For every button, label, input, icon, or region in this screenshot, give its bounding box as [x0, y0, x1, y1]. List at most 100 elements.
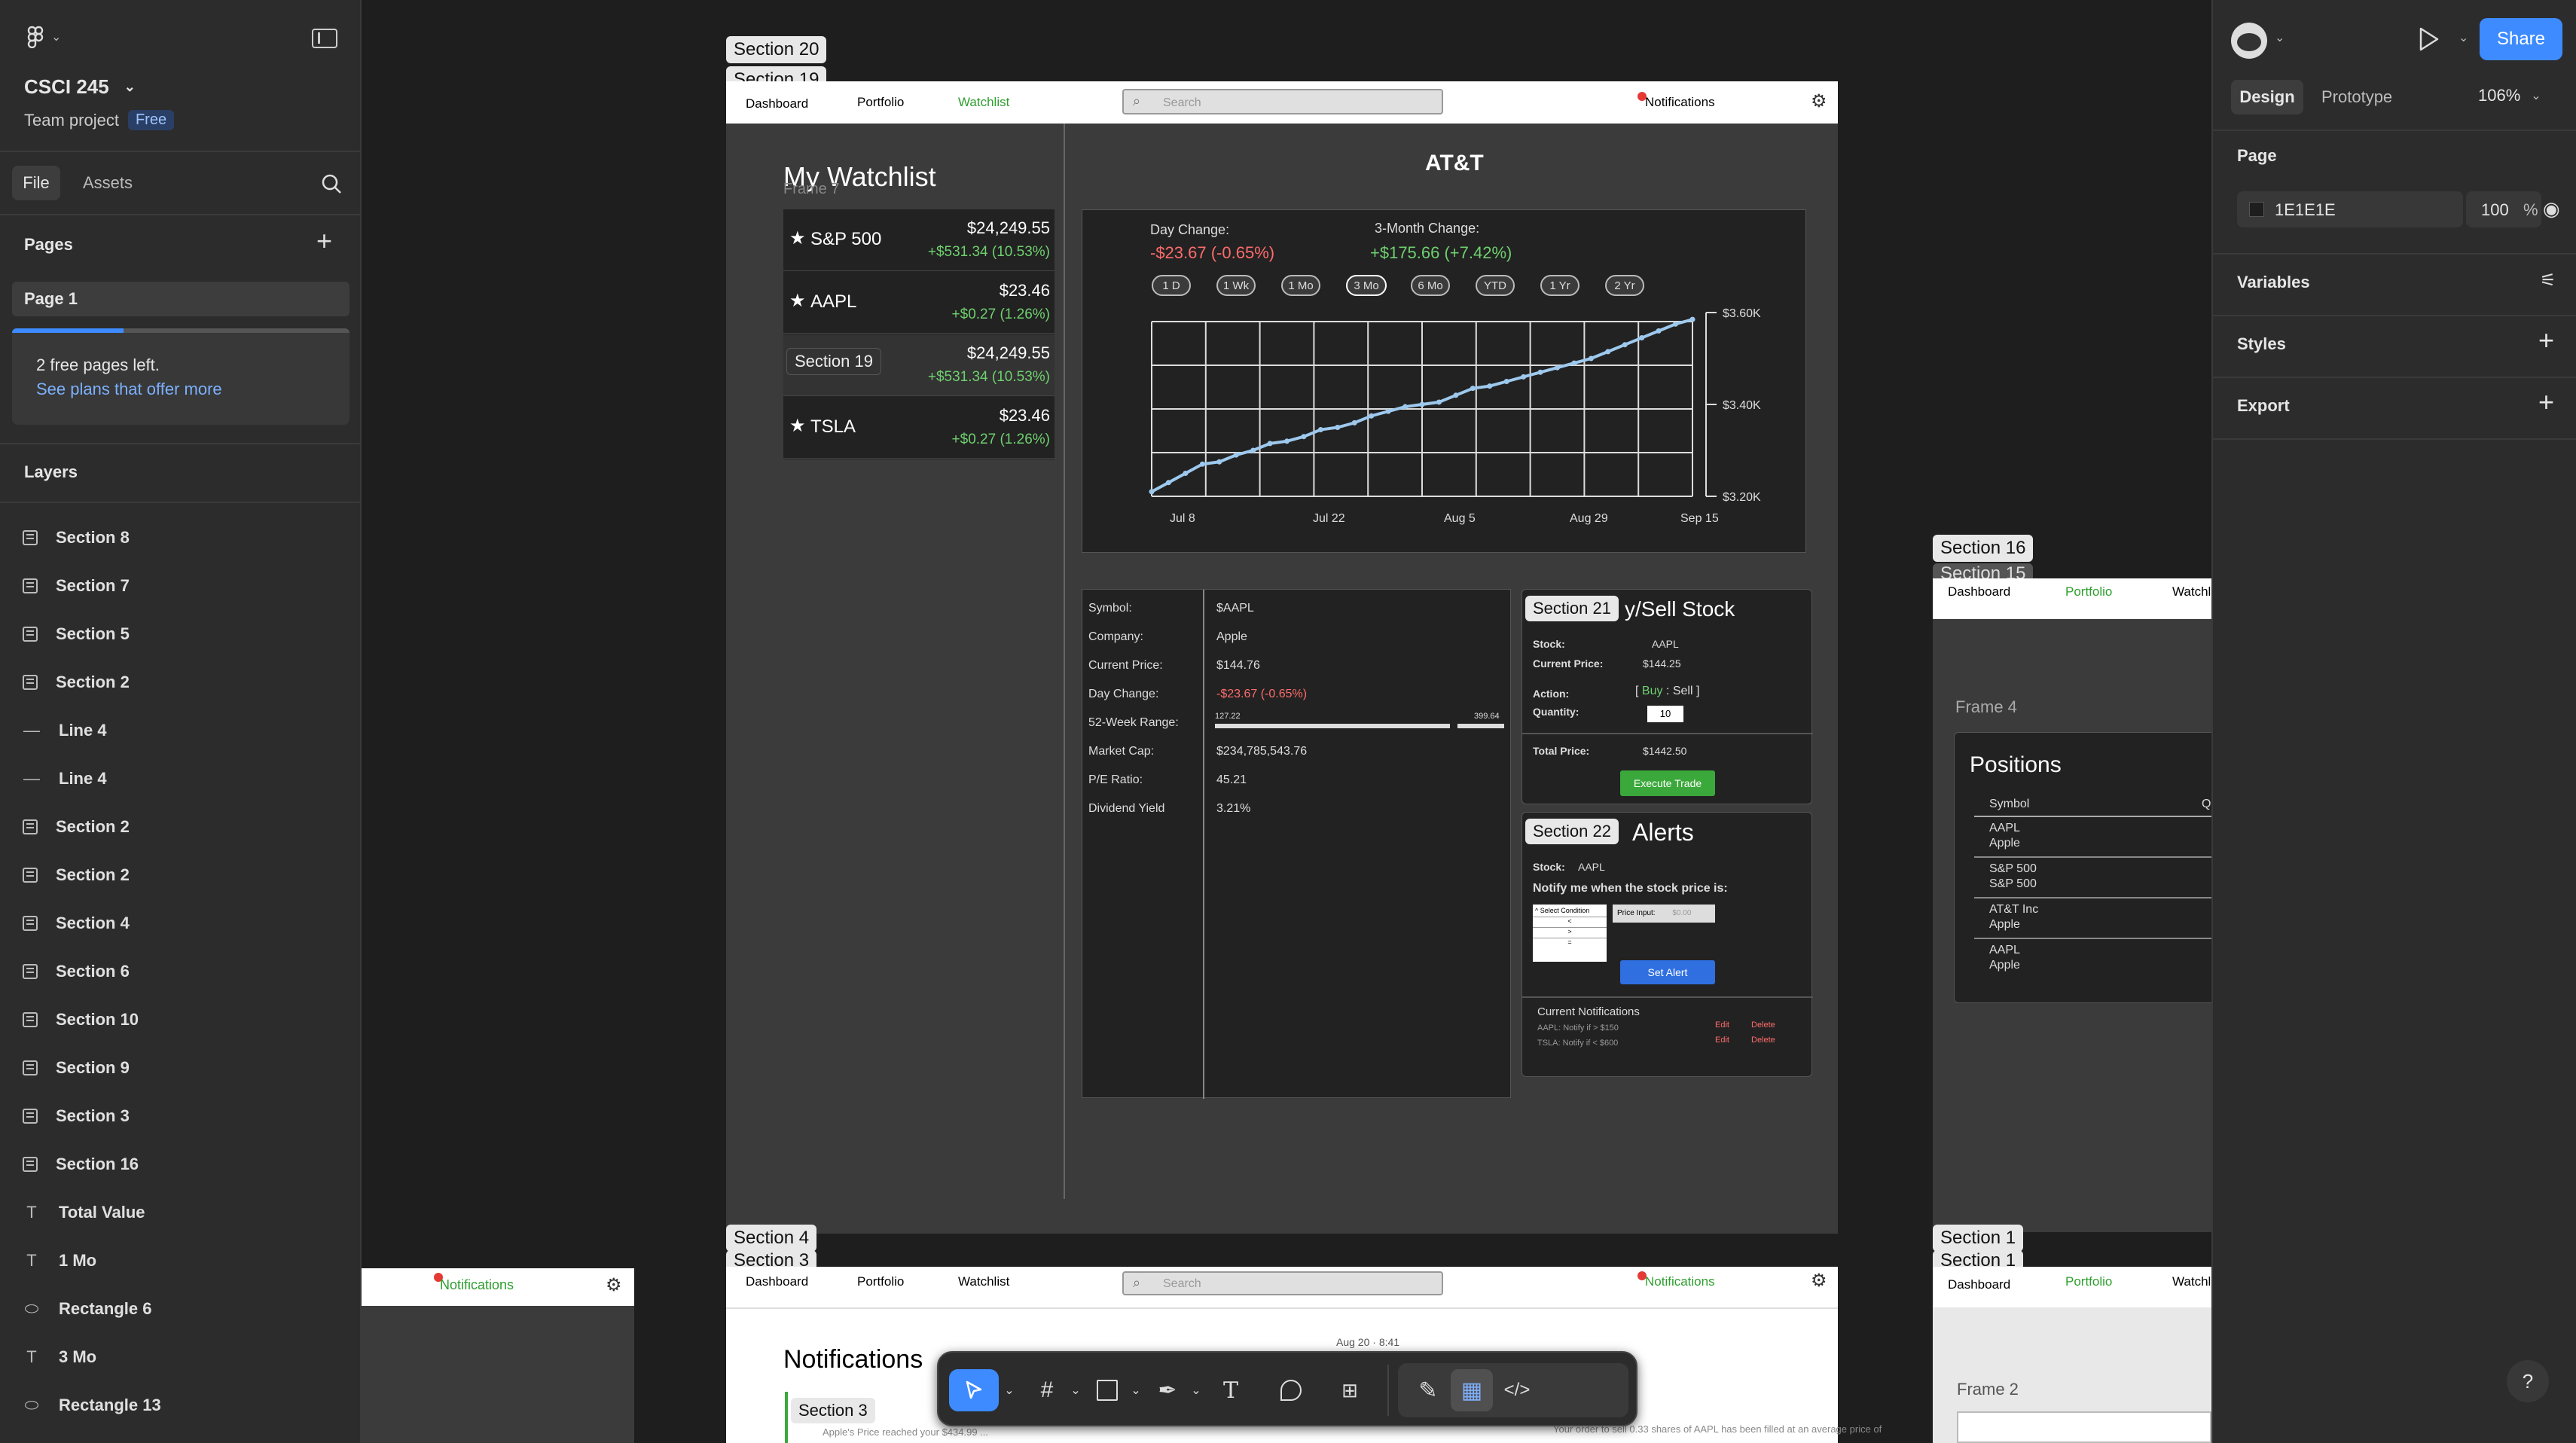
layer-item[interactable]: Section 9	[23, 1045, 130, 1091]
alert-delete-link[interactable]: Delete	[1751, 1020, 1775, 1030]
chevron-down-icon[interactable]: ⌄	[2458, 30, 2468, 45]
draw-mode-icon[interactable]: ✎	[1407, 1369, 1449, 1411]
toggle-sidebar-icon[interactable]	[312, 29, 337, 48]
main-menu-button[interactable]: ⌄	[27, 26, 61, 48]
layer-item[interactable]: Section 8	[23, 515, 130, 560]
condition-select[interactable]: ^ Select Condition < > =	[1533, 905, 1607, 962]
buy-sell-toggle[interactable]: [ Buy : Sell ]	[1635, 685, 1699, 698]
share-button[interactable]: Share	[2480, 18, 2562, 60]
nav-notifications[interactable]: Notifications	[1645, 95, 1715, 110]
layer-item[interactable]: Section 2	[23, 660, 130, 705]
range-pill[interactable]: 1 Wk	[1216, 275, 1256, 296]
layer-item[interactable]: T 1 Mo	[23, 1238, 96, 1283]
variables-heading[interactable]: Variables	[2237, 273, 2310, 292]
nav-portfolio[interactable]: Portfolio	[2065, 1274, 2112, 1289]
layer-item[interactable]: — Line 4	[23, 708, 107, 753]
range-pill[interactable]: 1 D	[1152, 275, 1191, 296]
layer-item[interactable]: T 3 Mo	[23, 1335, 96, 1380]
frame-7-label[interactable]: Frame 7	[783, 181, 839, 198]
project-name[interactable]: CSCI 245 ⌄	[24, 75, 136, 99]
search-icon[interactable]	[321, 173, 342, 194]
tab-design[interactable]: Design	[2231, 80, 2303, 114]
page-opacity-field[interactable]: 100 %	[2466, 191, 2541, 227]
nav-notifications[interactable]: Notifications	[1645, 1274, 1715, 1289]
watchlist-item[interactable]: ★ AAPL $23.46 +$0.27 (1.26%)	[783, 272, 1055, 334]
layer-item[interactable]: — Line 4	[23, 756, 107, 801]
layer-item[interactable]: ⬭ Rectangle 13	[23, 1383, 161, 1428]
star-icon[interactable]: ★	[789, 290, 806, 312]
chevron-down-icon[interactable]: ⌄	[1187, 1369, 1205, 1411]
eye-icon[interactable]: ◉	[2543, 197, 2560, 221]
tab-assets[interactable]: Assets	[83, 173, 133, 193]
page-color-value[interactable]: 1E1E1E	[2275, 200, 2336, 220]
nav-watchlist[interactable]: Watchlist	[2172, 1274, 2211, 1289]
variables-settings-icon[interactable]: ⚟	[2540, 270, 2556, 291]
text-tool-icon[interactable]: T	[1210, 1369, 1252, 1411]
section-1-label[interactable]: Section 1	[1933, 1225, 2024, 1252]
chevron-down-icon[interactable]: ⌄	[1000, 1369, 1018, 1411]
range-pill[interactable]: 3 Mo	[1346, 275, 1387, 296]
canvas[interactable]: Notifications ⚙ Section 20 Section 19 Da…	[362, 0, 2211, 1443]
nav-portfolio[interactable]: Portfolio	[857, 1274, 904, 1289]
frame-4-label[interactable]: Frame 4	[1955, 697, 2017, 717]
frame-tool-icon[interactable]: #	[1026, 1369, 1068, 1411]
settings-gear-icon[interactable]: ⚙	[606, 1274, 622, 1296]
search-input[interactable]: ⌕ Search	[1122, 1271, 1443, 1295]
nav-watchlist[interactable]: Watchlist	[2172, 584, 2211, 599]
pen-tool-icon[interactable]: ✒	[1146, 1369, 1189, 1411]
tab-prototype[interactable]: Prototype	[2321, 87, 2392, 107]
rectangle-tool-icon[interactable]	[1086, 1369, 1128, 1411]
layer-item[interactable]: T Total Value	[23, 1190, 145, 1235]
settings-gear-icon[interactable]: ⚙	[1811, 1270, 1827, 1292]
zoom-dropdown[interactable]: 106% ⌄	[2478, 86, 2541, 105]
add-page-icon[interactable]: +	[316, 227, 332, 255]
page-color-field[interactable]: 1E1E1E	[2237, 191, 2463, 227]
nav-dashboard[interactable]: Dashboard	[1948, 1277, 2010, 1292]
star-icon[interactable]: ★	[789, 415, 806, 437]
nav-watchlist[interactable]: Watchlist	[958, 95, 1009, 110]
execute-trade-button[interactable]: Execute Trade	[1620, 770, 1715, 796]
settings-gear-icon[interactable]: ⚙	[1811, 90, 1827, 112]
comment-tool-icon[interactable]	[1270, 1369, 1312, 1411]
search-input[interactable]: ⌕ Search	[1122, 89, 1443, 114]
help-button[interactable]: ?	[2507, 1360, 2549, 1402]
chevron-down-icon[interactable]: ⌄	[1067, 1369, 1085, 1411]
range-pill[interactable]: 1 Mo	[1281, 275, 1320, 296]
nav-watchlist[interactable]: Watchlist	[958, 1274, 1009, 1289]
watchlist-item[interactable]: ★ S&P 500 $24,249.55 +$531.34 (10.53%)	[783, 209, 1055, 271]
avatar[interactable]	[2231, 23, 2267, 59]
sell-option[interactable]: Sell	[1673, 685, 1693, 697]
page-item-page-1[interactable]: Page 1	[12, 282, 349, 316]
opacity-value[interactable]: 100	[2481, 200, 2509, 220]
actions-tool-icon[interactable]: ⊞	[1329, 1369, 1371, 1411]
section-16-label[interactable]: Section 16	[1933, 535, 2034, 562]
alert-edit-link[interactable]: Edit	[1715, 1036, 1729, 1045]
range-pill[interactable]: YTD	[1476, 275, 1515, 296]
section-3-inner-label[interactable]: Section 3	[791, 1398, 875, 1423]
layer-item[interactable]: Section 3	[23, 1094, 130, 1139]
add-style-icon[interactable]: +	[2538, 327, 2554, 354]
nav-notifications[interactable]: Notifications	[440, 1277, 514, 1293]
layer-item[interactable]: Section 4	[23, 901, 130, 946]
layer-item[interactable]: Section 6	[23, 949, 130, 994]
quantity-input[interactable]: 10	[1647, 706, 1683, 722]
chevron-down-icon[interactable]: ⌄	[2275, 30, 2285, 45]
star-icon[interactable]: ★	[789, 227, 806, 249]
alert-delete-link[interactable]: Delete	[1751, 1036, 1775, 1045]
alert-edit-link[interactable]: Edit	[1715, 1020, 1729, 1030]
nav-portfolio[interactable]: Portfolio	[857, 95, 904, 110]
layer-item[interactable]: Section 2	[23, 804, 130, 850]
range-pill[interactable]: 2 Yr	[1605, 275, 1644, 296]
watchlist-item[interactable]: ★ TSLA $23.46 +$0.27 (1.26%)	[783, 397, 1055, 459]
section-19-inner-label[interactable]: Section 19	[786, 348, 881, 375]
price-input[interactable]: Price Input: $0.00	[1613, 905, 1715, 923]
set-alert-button[interactable]: Set Alert	[1620, 960, 1715, 984]
layer-item[interactable]: T6 Mo	[23, 1431, 96, 1443]
nav-dashboard[interactable]: Dashboard	[746, 96, 808, 111]
frame-2-label[interactable]: Frame 2	[1957, 1380, 2019, 1399]
present-play-icon[interactable]	[2416, 26, 2440, 53]
section-22-label[interactable]: Section 22	[1525, 819, 1619, 844]
dev-mode-icon[interactable]: </>	[1496, 1369, 1538, 1411]
nav-portfolio[interactable]: Portfolio	[2065, 584, 2112, 599]
layer-item[interactable]: Section 2	[23, 853, 130, 898]
